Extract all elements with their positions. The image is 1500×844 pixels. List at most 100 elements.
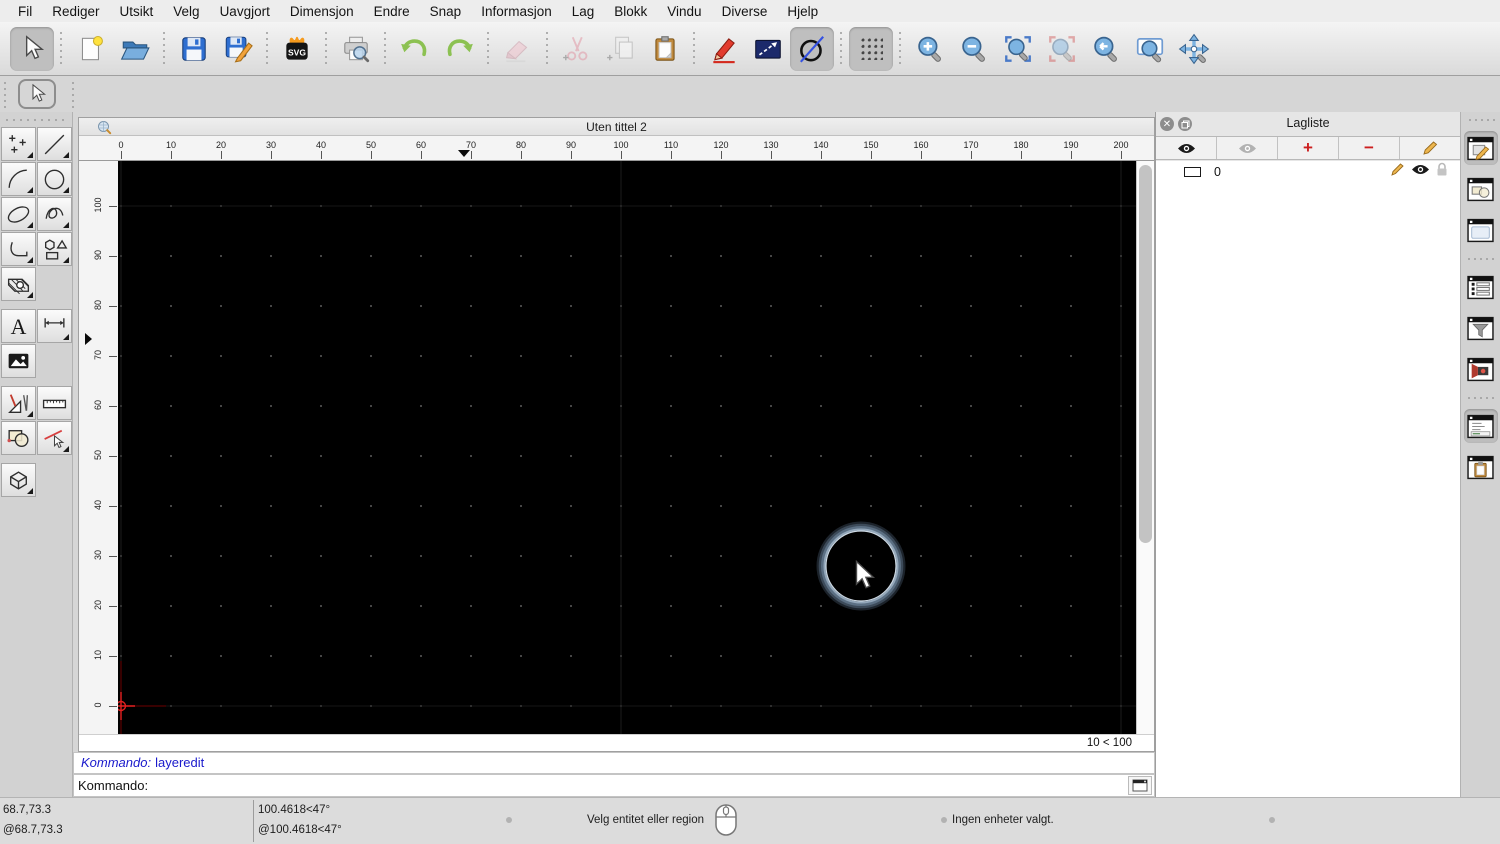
menu-blokk[interactable]: Blokk [604,4,657,19]
edit-layer-button[interactable] [1400,137,1460,159]
dock-separator [1465,394,1496,402]
layer-lock-icon[interactable] [1436,162,1448,182]
menu-velg[interactable]: Velg [163,4,209,19]
polyline-tool-button[interactable] [1,232,36,266]
zoom-in-button[interactable] [908,27,952,71]
menu-dimensjon[interactable]: Dimensjon [280,4,364,19]
copy-button[interactable] [599,27,643,71]
dock-drag-handle[interactable] [1466,116,1495,124]
current-tool-select-button[interactable] [18,79,56,109]
menu-hjelp[interactable]: Hjelp [777,4,828,19]
measure-tool-button[interactable] [37,386,72,420]
command-line-panel-button[interactable] [1463,409,1498,443]
zoom-previous-button[interactable] [1084,27,1128,71]
status-indicator-dot [941,817,947,823]
undo-button[interactable] [393,27,437,71]
zoom-out-button[interactable] [952,27,996,71]
layer-edit-icon[interactable] [1390,162,1405,182]
modify-tool-button[interactable] [1,386,36,420]
ellipse-tool-button[interactable] [1,197,36,231]
menu-rediger[interactable]: Rediger [42,4,109,19]
print-preview-button[interactable] [334,27,378,71]
library-browser-panel-button[interactable] [1464,213,1498,247]
h-ruler-label: 60 [415,140,426,150]
menu-diverse[interactable]: Diverse [712,4,778,19]
hatch-tool-button[interactable] [1,267,36,301]
command-window-toggle-button[interactable] [1128,776,1152,795]
zoom-window-button[interactable] [1128,27,1172,71]
edit-entity-tool-button[interactable] [37,421,72,455]
document-window: Uten tittel 2 0 10 20 30 40 50 60 70 80 90 100 110 1… [78,117,1155,752]
menu-uavgjort[interactable]: Uavgjort [210,4,280,19]
command-line-input[interactable]: Kommando: [73,774,1155,797]
layer-visibility-icon[interactable] [1411,163,1430,181]
show-all-layers-button[interactable] [1156,137,1217,159]
palette-empty-cell [37,267,72,301]
palette-drag-handle[interactable] [4,115,68,125]
menu-snap[interactable]: Snap [420,4,472,19]
selection-box-button[interactable] [746,27,790,71]
export-svg-button[interactable]: SVG [275,27,319,71]
view-list-panel-button[interactable] [1464,352,1498,386]
new-drawing-button[interactable] [69,27,113,71]
pan-button[interactable] [1172,27,1216,71]
hide-all-layers-button[interactable] [1217,137,1278,159]
open-drawing-button[interactable] [113,27,157,71]
add-layer-button[interactable]: + [1278,137,1339,159]
v-ruler-tick [109,406,117,407]
flyout-indicator [63,222,69,228]
layer-row[interactable]: 0 [1156,161,1460,183]
h-ruler-label: 170 [963,140,979,150]
select-button[interactable] [10,26,54,71]
construction-circle-button[interactable] [790,26,834,71]
vertical-scrollbar[interactable] [1136,161,1154,734]
remove-layer-button[interactable]: − [1339,137,1400,159]
solid-tool-button[interactable] [1,463,36,497]
redo-button[interactable] [437,27,481,71]
save-as-button[interactable] [216,27,260,71]
toolbar-drag-handle[interactable] [0,80,10,108]
paste-button[interactable] [643,27,687,71]
draw-pencil-button[interactable] [702,27,746,71]
line-tool-button[interactable] [37,127,72,161]
selection-filter-panel-button[interactable] [1464,311,1498,345]
menu-vindu[interactable]: Vindu [657,4,711,19]
layer-toolbar: + − [1156,136,1460,160]
layer-panel: ✕ Lagliste + − 0 [1155,112,1460,797]
menu-utsikt[interactable]: Utsikt [110,4,164,19]
zoom-auto-button[interactable] [996,27,1040,71]
h-ruler-tick [771,151,772,159]
eraser-button[interactable] [496,27,540,71]
block-list-panel-button[interactable] [1464,172,1498,206]
property-editor-panel-button[interactable] [1464,270,1498,304]
menu-lag[interactable]: Lag [562,4,605,19]
menu-fil[interactable]: Fil [8,4,42,19]
cut-button[interactable] [555,27,599,71]
shapes-tool-button[interactable] [37,232,72,266]
menu-endre[interactable]: Endre [364,4,420,19]
drawing-canvas[interactable] [118,161,1138,736]
dimension-tool-button[interactable] [37,309,72,343]
scrollbar-thumb[interactable] [1139,165,1152,543]
points-tool-button[interactable] [1,127,36,161]
circle-tool-button[interactable] [37,162,72,196]
layer-list-panel-button[interactable] [1463,131,1498,165]
spline-tool-button[interactable] [37,197,72,231]
h-ruler-label: 90 [565,140,576,150]
clipboard-panel-button[interactable] [1464,450,1498,484]
region-tool-button[interactable] [1,421,36,455]
flyout-indicator [63,446,69,452]
zoom-selection-button[interactable] [1040,27,1084,71]
document-titlebar[interactable]: Uten tittel 2 [79,118,1154,136]
layer-color-swatch[interactable] [1184,167,1201,177]
dock-separator [1465,255,1496,263]
image-tool-button[interactable] [1,344,36,378]
grid-toggle-button[interactable] [849,26,893,71]
v-ruler-tick [109,306,117,307]
arc-tool-button[interactable] [1,162,36,196]
v-ruler-label: 30 [93,550,103,561]
text-tool-button[interactable]: A [1,309,36,343]
v-ruler-tick [109,256,117,257]
menu-informasjon[interactable]: Informasjon [471,4,562,19]
save-button[interactable] [172,27,216,71]
